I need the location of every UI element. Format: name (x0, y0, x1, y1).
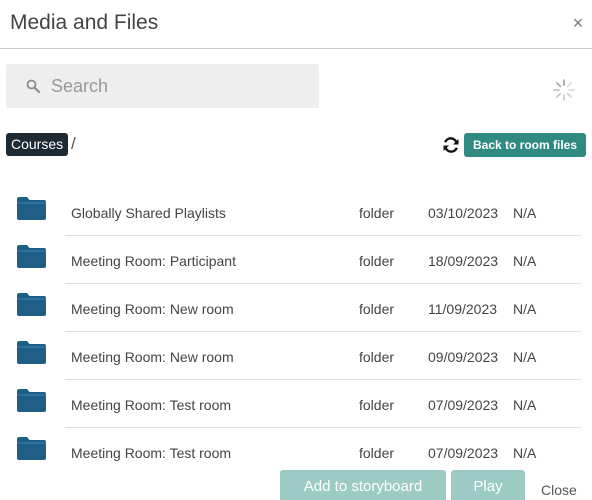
search-box[interactable] (6, 64, 319, 108)
search-input[interactable] (51, 64, 311, 108)
dialog-footer: Add to storyboard Play Close (0, 470, 592, 500)
back-to-room-files-button[interactable]: Back to room files (464, 133, 586, 157)
folder-icon (17, 389, 46, 412)
file-name: Meeting Room: New room (71, 301, 234, 317)
folder-icon (17, 293, 46, 316)
file-type: folder (359, 205, 395, 221)
file-size: N/A (513, 205, 537, 221)
file-size: N/A (513, 301, 537, 317)
dialog-header: Media and Files × (0, 0, 592, 49)
file-list: Globally Shared Playlists folder 03/10/2… (0, 188, 592, 476)
file-size: N/A (513, 445, 537, 461)
file-date: 18/09/2023 (428, 253, 499, 269)
file-name: Globally Shared Playlists (71, 205, 226, 221)
file-type: folder (359, 349, 395, 365)
folder-icon (17, 245, 46, 268)
file-type: folder (359, 445, 395, 461)
file-name: Meeting Room: Test room (71, 445, 232, 461)
spinner-icon (553, 79, 575, 101)
file-date: 07/09/2023 (428, 445, 499, 461)
file-row[interactable]: Meeting Room: Participant folder 18/09/2… (0, 236, 592, 284)
file-row[interactable]: Meeting Room: New room folder 09/09/2023… (0, 332, 592, 380)
refresh-icon[interactable] (442, 136, 460, 154)
file-name: Meeting Room: Test room (71, 397, 232, 413)
search-icon (26, 79, 40, 93)
breadcrumb-separator: / (71, 134, 76, 153)
file-name: Meeting Room: New room (71, 349, 234, 365)
file-size: N/A (513, 349, 537, 365)
file-name: Meeting Room: Participant (71, 253, 236, 269)
file-size: N/A (513, 397, 537, 413)
file-type: folder (359, 301, 395, 317)
file-date: 07/09/2023 (428, 397, 499, 413)
file-type: folder (359, 397, 395, 413)
file-row[interactable]: Meeting Room: Test room folder 07/09/202… (0, 380, 592, 428)
folder-icon (17, 341, 46, 364)
file-date: 03/10/2023 (428, 205, 499, 221)
file-row[interactable]: Meeting Room: Test room folder 07/09/202… (0, 428, 592, 476)
add-to-storyboard-button[interactable]: Add to storyboard (280, 470, 446, 500)
breadcrumb-courses[interactable]: Courses (6, 133, 69, 156)
file-date: 09/09/2023 (428, 349, 499, 365)
file-date: 11/09/2023 (428, 301, 498, 317)
close-button[interactable]: Close (541, 482, 577, 498)
file-row[interactable]: Globally Shared Playlists folder 03/10/2… (0, 188, 592, 236)
file-type: folder (359, 253, 395, 269)
dialog-title: Media and Files (10, 11, 159, 34)
file-size: N/A (513, 253, 537, 269)
folder-icon (17, 437, 46, 460)
play-button[interactable]: Play (451, 470, 525, 500)
folder-icon (17, 197, 46, 220)
file-row[interactable]: Meeting Room: New room folder 11/09/2023… (0, 284, 592, 332)
close-icon[interactable]: × (570, 14, 586, 32)
